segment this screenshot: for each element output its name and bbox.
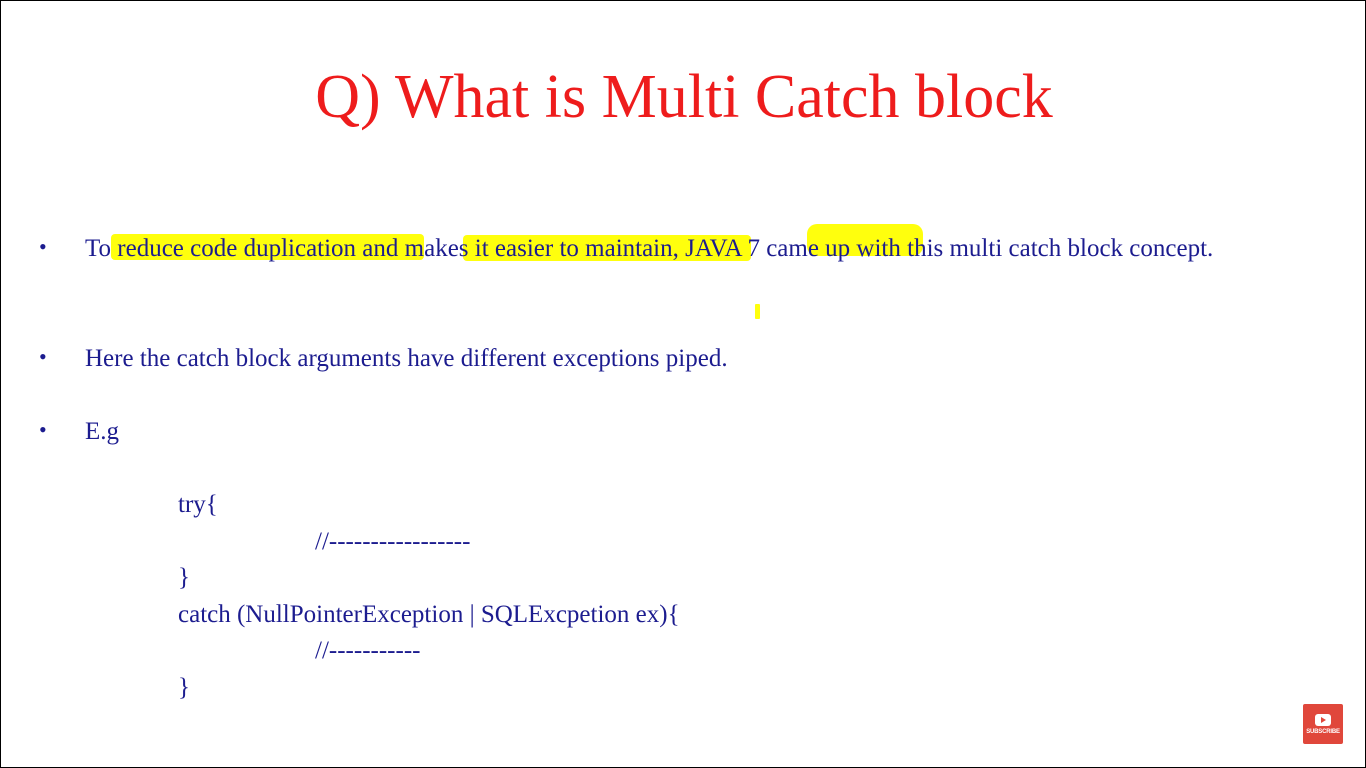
bullet-text: Here the catch block arguments have diff…	[85, 345, 728, 372]
slide-title: Q) What is Multi Catch block	[315, 63, 1053, 131]
code-line: catch (NullPointerException | SQLExcpeti…	[178, 601, 680, 628]
code-line: }	[178, 674, 190, 701]
bullet-text: To reduce code duplication and makes it …	[85, 235, 1214, 262]
subscribe-button[interactable]: SUBSCRIBE	[1303, 704, 1343, 744]
code-line: try{	[178, 491, 218, 518]
presentation-slide: Q) What is Multi Catch block • To reduce…	[1, 1, 1365, 767]
code-line: //-----------	[315, 637, 421, 664]
subscribe-label: SUBSCRIBE	[1306, 728, 1340, 735]
code-line: //-----------------	[315, 528, 471, 555]
code-line: }	[178, 564, 190, 591]
bullet-marker: •	[39, 344, 47, 369]
highlighter-cursor-mark	[755, 304, 760, 319]
bullet-marker: •	[39, 234, 47, 259]
youtube-play-icon	[1315, 713, 1331, 726]
bullet-marker: •	[39, 417, 47, 442]
bullet-text: E.g	[85, 418, 120, 445]
